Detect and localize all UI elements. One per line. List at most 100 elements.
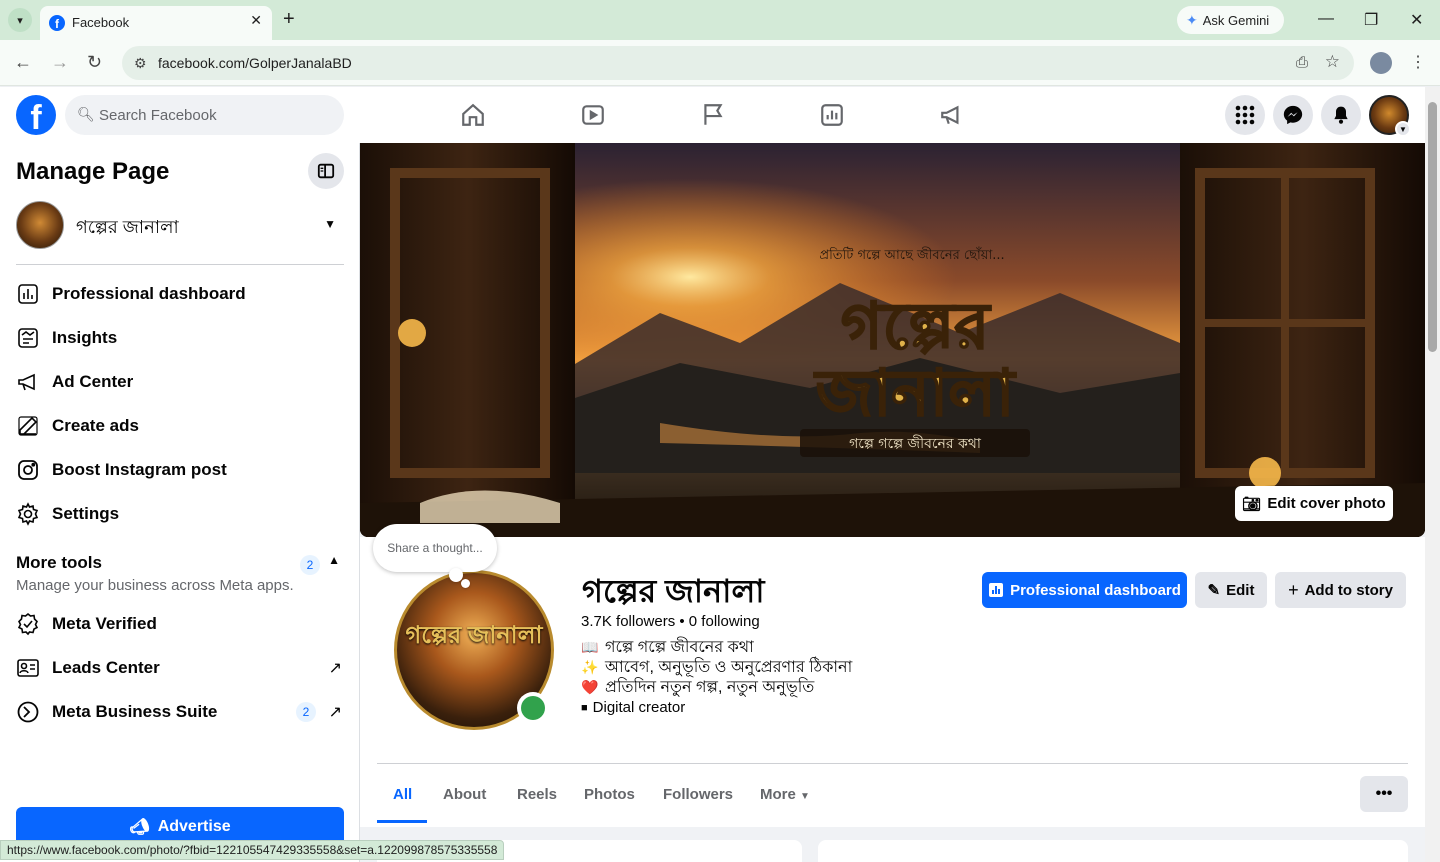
back-icon[interactable]: ← — [14, 52, 32, 73]
site-info-icon[interactable]: ⚙ — [134, 55, 147, 72]
heart-emoji-icon: ❤️ — [581, 679, 599, 695]
tab-all[interactable]: All — [393, 786, 412, 803]
thought-bubble-dot — [461, 579, 470, 588]
reload-icon[interactable]: ↻ — [87, 52, 102, 73]
browser-tab-strip: ▾ f Facebook ✕ + ✦ Ask Gemini — ❐ ✕ — [0, 0, 1440, 40]
share-thought-bubble[interactable]: Share a thought... — [373, 524, 497, 572]
minimize-icon[interactable]: — — [1318, 10, 1334, 28]
manage-page-sidebar: Manage Page গল্পের জানালা ▼ Professional… — [0, 143, 360, 862]
professional-dashboard-button[interactable]: Professional dashboard — [982, 572, 1187, 608]
sidebar-toggle-icon[interactable] — [308, 153, 344, 189]
facebook-logo-icon[interactable]: f — [16, 95, 56, 135]
verified-icon — [16, 612, 40, 636]
sidebar-item-label: Create ads — [52, 416, 139, 435]
chevron-down-icon: ▼ — [1395, 121, 1411, 137]
url-text[interactable]: facebook.com/GolperJanalaBD — [158, 55, 352, 71]
address-bar[interactable]: ⚙ facebook.com/GolperJanalaBD ⎙ ☆ — [122, 46, 1354, 80]
cover-photo[interactable]: প্রতিটি গল্পে আছে জীবনের ছোঁয়া... গল্পে… — [360, 143, 1425, 537]
category-label: Digital creator — [592, 699, 686, 716]
sidebar-item-settings[interactable]: Settings — [16, 494, 344, 534]
sidebar-item-meta-business-suite[interactable]: Meta Business Suite 2 ↗ — [16, 692, 344, 732]
sidebar-item-professional-dashboard[interactable]: Professional dashboard — [16, 274, 344, 314]
cover-title-line1: গল্পের — [841, 290, 992, 364]
tab-search-button[interactable]: ▾ — [8, 8, 32, 32]
browser-status-bar: https://www.facebook.com/photo/?fbid=122… — [0, 840, 505, 860]
tab-reels[interactable]: Reels — [517, 786, 557, 803]
composer-card — [818, 840, 1408, 862]
dashboard-nav-icon[interactable] — [812, 99, 852, 131]
sidebar-item-leads-center[interactable]: Leads Center ↗ — [16, 648, 344, 688]
close-window-icon[interactable]: ✕ — [1410, 10, 1423, 30]
sidebar-item-meta-verified[interactable]: Meta Verified — [16, 604, 344, 644]
insights-icon — [16, 326, 40, 350]
tab-about[interactable]: About — [443, 786, 486, 803]
page-name-heading: গল্পের জানালা — [582, 573, 765, 609]
leads-icon — [16, 656, 40, 680]
sidebar-item-label: Settings — [52, 504, 120, 523]
tab-more[interactable]: More ▼ — [760, 786, 810, 803]
followers-count[interactable]: 3.7K followers • 0 following — [581, 613, 760, 630]
caret-down-icon: ▼ — [800, 791, 810, 802]
tab-followers[interactable]: Followers — [663, 786, 733, 803]
ads-megaphone-nav-icon[interactable] — [932, 99, 972, 131]
more-tools-section[interactable]: More tools Manage your business across M… — [16, 553, 344, 594]
add-to-story-button[interactable]: + Add to story — [1275, 572, 1406, 608]
sidebar-item-label: Boost Instagram post — [52, 460, 227, 479]
dashboard-icon — [16, 282, 40, 306]
edit-page-button[interactable]: ✎ Edit — [1195, 572, 1267, 608]
search-icon: 🔍︎ — [77, 106, 95, 122]
megaphone-icon: 📣︎ — [129, 819, 150, 836]
instagram-icon — [16, 458, 40, 482]
pencil-icon: ✎ — [1207, 582, 1221, 599]
account-avatar[interactable]: ▼ — [1369, 95, 1411, 137]
browser-tab[interactable]: f Facebook ✕ — [40, 6, 272, 40]
gemini-sparkle-icon: ✦ — [1186, 11, 1198, 28]
edit-label: Edit — [1226, 581, 1255, 599]
pencil-icon — [16, 414, 40, 438]
page-avatar — [16, 201, 64, 249]
edit-cover-photo-button[interactable]: 📷︎ Edit cover photo — [1235, 486, 1393, 521]
cover-title-line2: জানালা — [814, 357, 1017, 431]
sidebar-item-ad-center[interactable]: Ad Center — [16, 362, 344, 402]
messenger-icon[interactable] — [1273, 95, 1313, 135]
page-scrollbar[interactable] — [1425, 87, 1440, 862]
search-input[interactable] — [99, 95, 329, 135]
browser-menu-icon[interactable]: ⋮ — [1410, 52, 1426, 72]
chevron-up-icon[interactable]: ▲ — [328, 553, 340, 567]
gear-icon — [16, 502, 40, 526]
megaphone-icon — [16, 370, 40, 394]
external-link-icon: ↗ — [328, 704, 342, 721]
more-tools-badge: 2 — [300, 555, 320, 575]
tab-photos[interactable]: Photos — [584, 786, 635, 803]
more-options-button[interactable]: ••• — [1360, 776, 1408, 812]
scrollbar-thumb[interactable] — [1428, 102, 1437, 352]
pages-flag-nav-icon[interactable] — [693, 99, 733, 131]
professional-dashboard-label: Professional dashboard — [1010, 581, 1181, 599]
notifications-bell-icon[interactable] — [1321, 95, 1361, 135]
dashboard-icon — [989, 583, 1004, 597]
plus-icon: + — [1288, 579, 1299, 600]
browser-profile-avatar[interactable] — [1370, 52, 1392, 74]
search-box[interactable]: 🔍︎ — [65, 95, 344, 135]
bookmark-star-icon[interactable]: ☆ — [1325, 52, 1340, 72]
edit-cover-label: Edit cover photo — [1267, 495, 1386, 512]
forward-icon[interactable]: → — [51, 52, 69, 73]
sidebar-item-boost-instagram[interactable]: Boost Instagram post — [16, 450, 344, 490]
home-nav-icon[interactable] — [453, 99, 493, 131]
page-switcher[interactable]: গল্পের জানালা ▼ — [16, 201, 344, 249]
sidebar-item-label: Professional dashboard — [52, 284, 246, 303]
more-tools-subtitle: Manage your business across Meta apps. — [16, 577, 294, 594]
page-category: ■ Digital creator — [581, 699, 685, 716]
new-tab-button[interactable]: + — [283, 8, 295, 30]
sidebar-item-create-ads[interactable]: Create ads — [16, 406, 344, 446]
sidebar-item-insights[interactable]: Insights — [16, 318, 344, 358]
video-nav-icon[interactable] — [573, 99, 613, 131]
menu-grid-icon[interactable] — [1225, 95, 1265, 135]
ask-gemini-button[interactable]: ✦ Ask Gemini — [1177, 6, 1284, 34]
cover-tagline-bottom: গল্পে গল্পে জীবনের কথা — [849, 435, 982, 452]
install-app-icon[interactable]: ⎙ — [1296, 54, 1308, 71]
sidebar-item-label: Insights — [52, 328, 118, 347]
more-tools-title: More tools — [16, 553, 102, 572]
tab-close-icon[interactable]: ✕ — [250, 12, 262, 29]
restore-icon[interactable]: ❐ — [1364, 10, 1378, 30]
